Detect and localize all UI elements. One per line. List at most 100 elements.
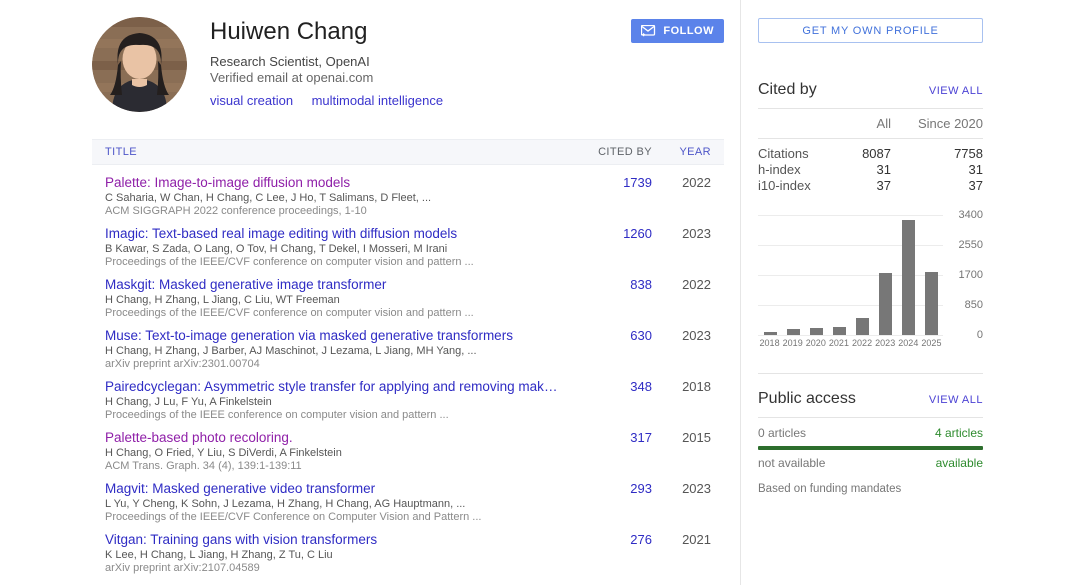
publication-title[interactable]: Pairedcyclegan: Asymmetric style transfe… [105, 379, 562, 394]
publication-row: Imagic: Text-based real image editing wi… [92, 216, 724, 267]
chart-bar[interactable] [764, 332, 777, 335]
available-count[interactable]: 4 articles [935, 426, 983, 440]
publication-title[interactable]: Palette-based photo recoloring. [105, 430, 562, 445]
publication-title[interactable]: Imagic: Text-based real image editing wi… [105, 226, 562, 241]
interest-link-visual-creation[interactable]: visual creation [210, 93, 293, 108]
public-access-section: Public access VIEW ALL 0 articles 4 arti… [758, 390, 983, 495]
not-available-count: 0 articles [758, 426, 806, 440]
publication-row: Palette: Image-to-image diffusion models… [92, 165, 724, 216]
chart-bar[interactable] [810, 328, 823, 335]
publication-row: Palette-based photo recoloring. H Chang,… [92, 420, 724, 471]
column-header-title[interactable]: TITLE [92, 146, 562, 158]
availability-progress-bar [758, 446, 983, 450]
public-access-view-all-link[interactable]: VIEW ALL [929, 394, 983, 406]
chart-bar[interactable] [787, 329, 800, 335]
chart-bar[interactable] [856, 318, 869, 335]
chart-bar[interactable] [833, 327, 846, 335]
chart-bar[interactable] [902, 220, 915, 335]
interest-links: visual creation multimodal intelligence [210, 92, 631, 110]
stat-value-all[interactable]: 37 [829, 178, 891, 194]
publication-authors: H Chang, H Zhang, L Jiang, C Liu, WT Fre… [105, 294, 562, 307]
publication-year: 2022 [652, 277, 724, 318]
publications-table-header: TITLE CITED BY YEAR [92, 139, 724, 165]
stat-label: h-index [758, 162, 829, 178]
publication-year: 2018 [652, 379, 724, 420]
follow-button-label: FOLLOW [663, 25, 714, 37]
stat-label: i10-index [758, 178, 829, 194]
not-available-label: not available [758, 456, 825, 470]
publication-authors: B Kawar, S Zada, O Lang, O Tov, H Chang,… [105, 243, 562, 256]
stats-col-all: All [829, 116, 891, 131]
stat-value-since[interactable]: 37 [891, 178, 983, 194]
interest-link-multimodal-intelligence[interactable]: multimodal intelligence [312, 93, 444, 108]
funding-mandates-note: Based on funding mandates [758, 483, 983, 495]
y-axis-tick: 2550 [947, 239, 983, 251]
publication-authors: H Chang, H Zhang, J Barber, AJ Maschinot… [105, 345, 562, 358]
publication-year: 2015 [652, 430, 724, 471]
publication-cited-count[interactable]: 348 [562, 379, 652, 420]
publication-cited-count[interactable]: 1260 [562, 226, 652, 267]
publication-cited-count[interactable]: 276 [562, 532, 652, 573]
publication-venue: Proceedings of the IEEE/CVF conference o… [105, 307, 562, 320]
chart-bar[interactable] [879, 273, 892, 335]
sidebar: GET MY OWN PROFILE Cited by VIEW ALL All… [758, 18, 983, 495]
publication-row: Pairedcyclegan: Asymmetric style transfe… [92, 369, 724, 420]
publication-cited-count[interactable]: 838 [562, 277, 652, 318]
publication-title[interactable]: Muse: Text-to-image generation via maske… [105, 328, 562, 343]
publication-row: Maskgit: Masked generative image transfo… [92, 267, 724, 318]
profile-photo [92, 17, 187, 112]
stat-value-since[interactable]: 7758 [891, 146, 983, 162]
publication-venue: Proceedings of the IEEE conference on co… [105, 409, 562, 422]
column-header-year[interactable]: YEAR [652, 146, 724, 158]
publication-row: Muse: Text-to-image generation via maske… [92, 318, 724, 369]
publication-authors: H Chang, O Fried, Y Liu, S DiVerdi, A Fi… [105, 447, 562, 460]
follow-button[interactable]: FOLLOW [631, 19, 724, 43]
stats-col-since: Since 2020 [891, 116, 983, 131]
x-axis-tick: 2019 [781, 338, 804, 348]
get-my-own-profile-button[interactable]: GET MY OWN PROFILE [758, 18, 983, 43]
stat-value-since[interactable]: 31 [891, 162, 983, 178]
publication-venue: arXiv preprint arXiv:2301.00704 [105, 358, 562, 371]
main-column: Huiwen Chang Research Scientist, OpenAI … [92, 17, 724, 573]
publication-cited-count[interactable]: 317 [562, 430, 652, 471]
stat-row-citations: Citations 8087 7758 [758, 146, 983, 162]
public-access-title: Public access [758, 390, 856, 408]
y-axis-tick: 850 [947, 299, 983, 311]
publication-cited-count[interactable]: 1739 [562, 175, 652, 216]
profile-affiliation: Research Scientist, OpenAI [210, 54, 631, 70]
stats-column-headers: All Since 2020 [758, 116, 983, 138]
publication-title[interactable]: Vitgan: Training gans with vision transf… [105, 532, 562, 547]
x-axis-tick: 2023 [874, 338, 897, 348]
profile-info: Huiwen Chang Research Scientist, OpenAI … [210, 17, 631, 110]
publication-title[interactable]: Palette: Image-to-image diffusion models [105, 175, 562, 190]
citations-per-year-chart: 3400 2550 1700 850 0 [758, 215, 983, 335]
column-header-cited-by[interactable]: CITED BY [562, 146, 652, 158]
publication-row: Vitgan: Training gans with vision transf… [92, 522, 724, 573]
publication-row: Magvit: Masked generative video transfor… [92, 471, 724, 522]
publication-title[interactable]: Maskgit: Masked generative image transfo… [105, 277, 562, 292]
publication-year: 2021 [652, 532, 724, 573]
profile-name: Huiwen Chang [210, 18, 631, 46]
chart-bar[interactable] [925, 272, 938, 335]
x-axis-tick: 2021 [827, 338, 850, 348]
divider [758, 108, 983, 109]
y-axis-tick: 1700 [947, 269, 983, 281]
x-axis-tick: 2022 [851, 338, 874, 348]
publications-table: TITLE CITED BY YEAR Palette: Image-to-im… [92, 139, 724, 573]
stat-value-all[interactable]: 31 [829, 162, 891, 178]
publication-cited-count[interactable]: 293 [562, 481, 652, 522]
divider [758, 138, 983, 139]
stat-label: Citations [758, 146, 829, 162]
publication-authors: K Lee, H Chang, L Jiang, H Zhang, Z Tu, … [105, 549, 562, 562]
x-axis-tick: 2025 [920, 338, 943, 348]
publication-venue: ACM Trans. Graph. 34 (4), 139:1-139:11 [105, 460, 562, 473]
publication-authors: C Saharia, W Chan, H Chang, C Lee, J Ho,… [105, 192, 562, 205]
x-axis-tick: 2020 [804, 338, 827, 348]
stat-value-all[interactable]: 8087 [829, 146, 891, 162]
publication-venue: Proceedings of the IEEE/CVF Conference o… [105, 511, 562, 524]
publication-cited-count[interactable]: 630 [562, 328, 652, 369]
y-axis-tick: 3400 [947, 209, 983, 221]
cited-by-view-all-link[interactable]: VIEW ALL [929, 85, 983, 97]
chart-bars [760, 215, 941, 335]
publication-title[interactable]: Magvit: Masked generative video transfor… [105, 481, 562, 496]
